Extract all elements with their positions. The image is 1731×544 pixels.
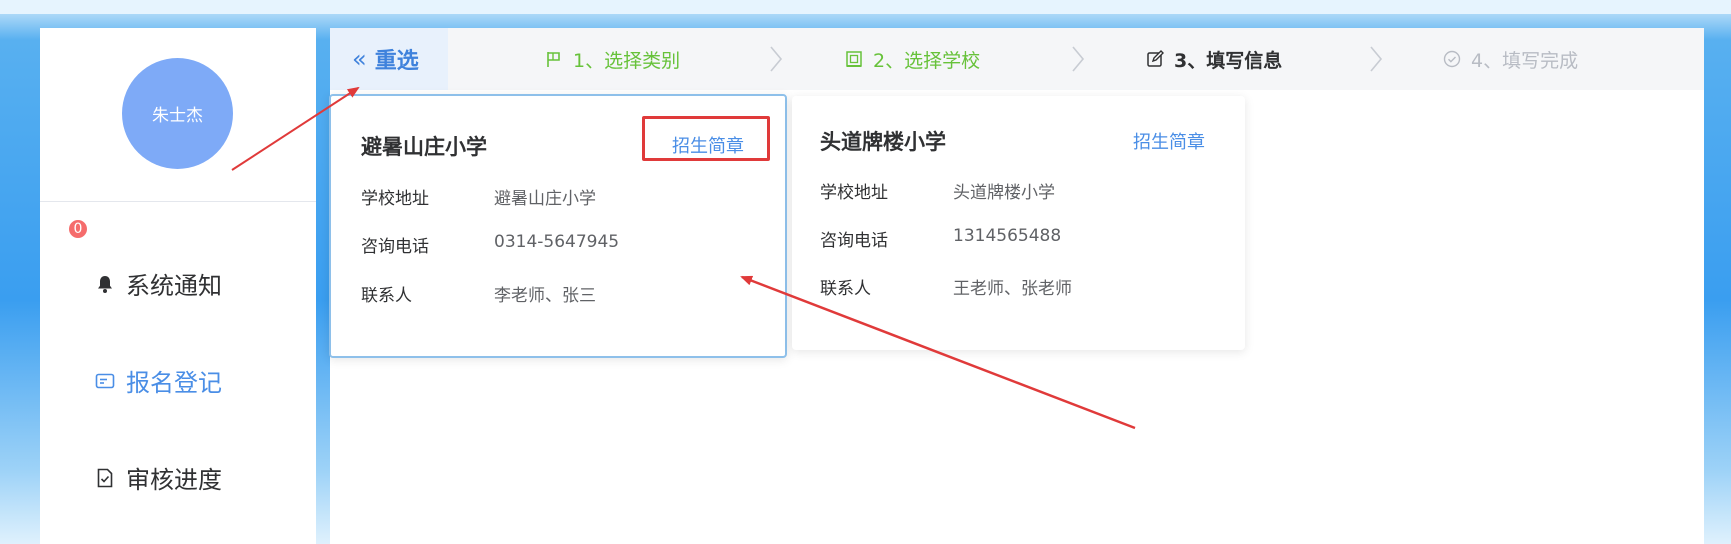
annotation-highlight-box (642, 116, 770, 161)
contact-value: 李老师、张三 (494, 286, 596, 306)
phone-value: 1314565488 (953, 226, 1062, 246)
top-strip (0, 0, 1731, 14)
step-select-school: 2、选择学校 (845, 28, 980, 90)
phone-value: 0314-5647945 (494, 232, 620, 252)
school-phone-row: 咨询电话 0314-5647945 (361, 232, 619, 257)
step-label: 4、填写完成 (1471, 49, 1579, 72)
double-chevron-left-icon: « (352, 45, 367, 73)
sidebar-item-label: 审核进度 (126, 466, 222, 494)
document-check-icon (94, 467, 116, 489)
contact-label: 联系人 (820, 279, 871, 299)
sidebar-item-review-progress[interactable]: 审核进度 (94, 460, 222, 495)
reselect-button[interactable]: « 重选 (330, 28, 448, 90)
check-circle-icon (1443, 50, 1461, 68)
sidebar-item-registration[interactable]: 报名登记 (94, 363, 222, 398)
step-complete: 4、填写完成 (1443, 28, 1578, 90)
phone-label: 咨询电话 (361, 237, 429, 257)
avatar[interactable]: 朱士杰 (122, 58, 233, 169)
step-bar: « 重选 1、选择类别 2、选择学校 3、填写信息 4、填写完成 (330, 28, 1704, 90)
phone-label: 咨询电话 (820, 231, 888, 251)
sidebar-divider (40, 201, 316, 202)
sidebar-item-label: 系统通知 (126, 272, 222, 300)
school-address-row: 学校地址 避暑山庄小学 (361, 184, 596, 209)
school-name: 避暑山庄小学 (361, 135, 487, 159)
contact-value: 王老师、张老师 (953, 279, 1072, 299)
user-name: 朱士杰 (152, 106, 203, 126)
chevron-right-icon (1070, 28, 1086, 90)
step-fill-info: 3、填写信息 (1146, 28, 1282, 90)
sidebar: 朱士杰 系统通知 报名登记 审核进度 (40, 28, 316, 544)
sidebar-item-label: 报名登记 (126, 369, 222, 397)
school-contact-row: 联系人 李老师、张三 (361, 281, 596, 306)
step-label: 1、选择类别 (573, 49, 681, 72)
contact-label: 联系人 (361, 286, 412, 306)
school-card[interactable]: 头道牌楼小学 招生简章 学校地址 头道牌楼小学 咨询电话 1314565488 … (792, 96, 1245, 350)
address-label: 学校地址 (361, 189, 429, 209)
address-value: 头道牌楼小学 (953, 183, 1055, 203)
school-phone-row: 咨询电话 1314565488 (820, 226, 1061, 251)
edit-icon (1146, 50, 1164, 68)
chevron-right-icon (1368, 28, 1384, 90)
brochure-link[interactable]: 招生简章 (1133, 128, 1205, 154)
id-card-icon (94, 370, 116, 392)
address-value: 避暑山庄小学 (494, 189, 596, 209)
school-name: 头道牌楼小学 (820, 130, 946, 154)
step-label: 2、选择学校 (873, 49, 981, 72)
step-label: 3、填写信息 (1174, 49, 1283, 72)
flag-icon (545, 50, 563, 68)
reselect-label: 重选 (374, 49, 419, 74)
address-label: 学校地址 (820, 183, 888, 203)
chevron-right-icon (768, 28, 784, 90)
grid-icon (845, 50, 863, 68)
bell-icon (94, 273, 116, 295)
main-panel: « 重选 1、选择类别 2、选择学校 3、填写信息 4、填写完成 避暑山庄小学 … (329, 28, 1704, 544)
school-address-row: 学校地址 头道牌楼小学 (820, 178, 1055, 203)
school-contact-row: 联系人 王老师、张老师 (820, 274, 1072, 299)
notification-badge: 0 (67, 218, 89, 240)
sidebar-item-notifications[interactable]: 系统通知 (94, 266, 222, 301)
step-select-category: 1、选择类别 (545, 28, 680, 90)
